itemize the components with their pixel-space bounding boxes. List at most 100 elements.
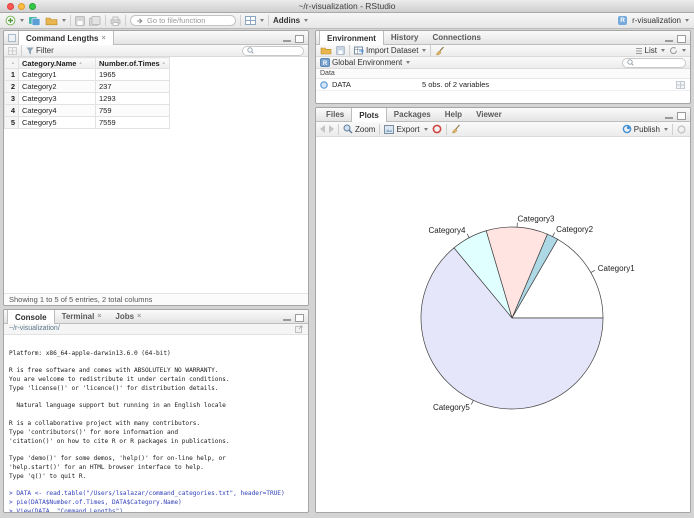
tab-packages[interactable]: Packages [387,108,438,121]
console-output-line: Type 'contributors()' for more informati… [9,428,179,436]
table-search-box[interactable] [242,45,304,56]
tab-help[interactable]: Help [438,108,469,121]
publish-label: Publish [633,124,660,134]
save-all-icon[interactable] [89,15,101,26]
zoom-window-button[interactable] [29,3,36,10]
tab-command-lengths[interactable]: Command Lengths × [18,31,114,45]
zoom-plot-button[interactable]: Zoom [343,124,375,134]
sort-icon: ▲ [161,59,166,65]
tab-connections[interactable]: Connections [425,31,487,44]
maximize-pane-button[interactable] [677,35,686,43]
env-object-row[interactable]: DATA 5 obs. of 2 variables [316,79,690,91]
console-pane: Console Terminal × Jobs × ~/r-visualizatio… [3,309,309,513]
close-window-button[interactable] [7,3,14,10]
tab-environment[interactable]: Environment [319,31,384,45]
environment-scope-selector[interactable]: R Global Environment [320,58,411,67]
window-title: ~/r-visualization - RStudio [298,1,396,11]
clear-plots-broom-icon[interactable] [451,124,461,134]
tab-jobs[interactable]: Jobs × [108,310,148,323]
window-controls [7,3,36,10]
folder-open-icon [45,16,58,26]
workspace-panes-button[interactable] [245,16,264,25]
goto-file-function-input[interactable] [147,16,235,25]
row-number-header[interactable]: ▲ [4,57,19,69]
close-tab-icon[interactable]: × [97,313,101,320]
refresh-plot-icon[interactable] [677,124,686,134]
minimize-pane-button[interactable] [665,40,673,42]
console-output[interactable]: Platform: x86_64-apple-darwin13.6.0 (64-… [4,332,308,512]
close-tab-icon[interactable]: × [101,35,105,42]
refresh-environment-button[interactable] [669,46,686,55]
tab-files[interactable]: Files [319,108,351,121]
environment-search-input[interactable] [636,59,681,66]
tab-terminal[interactable]: Terminal × [55,310,109,323]
project-selector[interactable]: R r-visualization [618,16,689,25]
clear-objects-broom-icon[interactable] [435,46,445,56]
environment-section-header: Data [316,69,690,79]
titlebar: ~/r-visualization - RStudio [0,0,694,13]
next-plot-icon[interactable] [329,125,334,133]
toolbar-separator [105,15,106,26]
console-output-line: Natural language support but running in … [9,402,226,410]
source-pane: Command Lengths × Filter ▲ Category.Name… [3,30,309,306]
list-view-button[interactable]: List [635,46,665,55]
minimize-window-button[interactable] [18,3,25,10]
publish-plot-button[interactable]: Publish [622,124,668,134]
table-cell: Category3 [18,92,96,105]
table-header-row: ▲ Category.Name ▲ Number.of.Times ▲ [4,57,170,69]
column-header-number-of-times[interactable]: Number.of.Times ▲ [95,57,170,69]
chevron-down-icon [661,49,665,52]
minimize-pane-button[interactable] [665,117,673,119]
tab-console[interactable]: Console [7,310,55,324]
popout-icon[interactable] [8,34,16,44]
minimize-pane-button[interactable] [283,319,291,321]
working-directory-path: ~/r-visualization/ [9,325,60,332]
print-icon[interactable] [110,16,121,26]
filter-button[interactable]: Filter [26,46,54,55]
export-plot-button[interactable]: Export [384,124,428,134]
open-file-button[interactable] [45,16,66,26]
tab-plots[interactable]: Plots [351,108,387,122]
table-search-input[interactable] [256,47,299,54]
table-cell: 1965 [95,68,170,81]
table-row: 3 Category3 1293 [4,92,170,105]
remove-plot-icon[interactable] [432,124,442,134]
minimize-pane-button[interactable] [283,40,291,42]
search-icon [627,59,634,66]
environment-scope-bar: R Global Environment [316,57,690,69]
previous-plot-icon[interactable] [320,125,325,133]
chevron-down-icon [685,19,689,22]
goto-file-function-box[interactable] [130,15,236,26]
table-cell: 237 [95,80,170,93]
grid-icon[interactable] [8,46,17,55]
tab-history[interactable]: History [384,31,426,44]
maximize-pane-button[interactable] [295,35,304,43]
plots-pane: Files Plots Packages Help Viewer Zoom Ex… [315,107,691,513]
column-header-category-name[interactable]: Category.Name ▲ [18,57,96,69]
table-cell: 759 [95,104,170,117]
maximize-pane-button[interactable] [295,314,304,322]
maximize-pane-button[interactable] [677,112,686,120]
new-project-button[interactable] [28,15,41,26]
popout-icon[interactable] [295,325,303,333]
import-dataset-icon [354,46,365,55]
toolbar-separator [672,123,673,135]
close-tab-icon[interactable]: × [137,313,141,320]
table-cell: Category1 [18,68,96,81]
import-dataset-button[interactable]: Import Dataset [354,46,427,55]
filter-funnel-icon [26,47,34,55]
environment-search-box[interactable] [622,57,686,68]
new-file-button[interactable] [5,15,24,26]
addins-label: Addins [273,16,301,25]
view-table-icon[interactable] [676,80,685,89]
load-workspace-icon[interactable] [320,46,332,55]
save-icon[interactable] [75,15,85,26]
tab-viewer[interactable]: Viewer [469,108,509,121]
console-output-line: Type 'q()' to quit R. [9,472,87,480]
save-workspace-icon[interactable] [336,46,345,55]
pie-chart: Category1 Category2Category3 Category4 Cate… [420,215,635,412]
environment-tabbar: Environment History Connections [316,31,690,45]
addins-menu[interactable]: Addins [273,16,309,25]
